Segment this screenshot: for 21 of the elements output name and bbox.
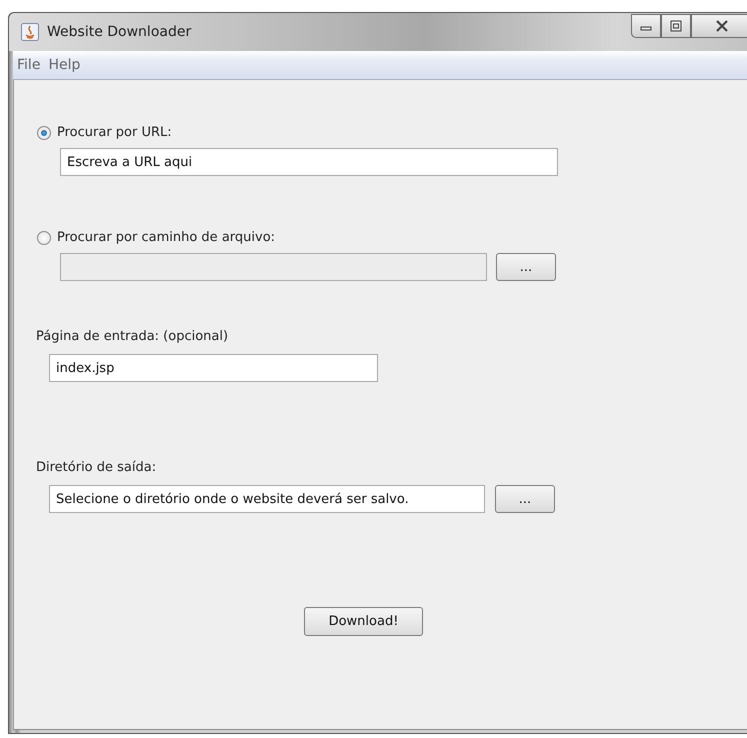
app-icon [21, 23, 39, 41]
window-title: Website Downloader [47, 24, 192, 40]
radio-label: Procurar por URL: [57, 125, 172, 140]
field-label: Diretório de saída: [35, 460, 158, 475]
field-label: Página de entrada: (opcional) [35, 329, 230, 344]
maximize-icon [669, 20, 683, 32]
text-field[interactable]: Selecione o diretório onde o website deverá ser salvo. [49, 485, 485, 513]
radio-button[interactable] [37, 126, 51, 140]
text-field[interactable]: Escreva a URL aqui [60, 148, 558, 176]
menu-item[interactable]: File [17, 57, 40, 73]
radio-label: Procurar por caminho de arquivo: [57, 230, 276, 245]
minimize-button[interactable] [631, 14, 661, 38]
browse-button[interactable]: ... [496, 253, 556, 281]
close-icon [715, 20, 729, 32]
maximize-button[interactable] [661, 14, 691, 38]
radio-button[interactable] [37, 230, 51, 244]
download-button[interactable]: Download! [304, 607, 423, 636]
browse-button[interactable]: ... [495, 485, 555, 513]
menu-item[interactable]: Help [48, 57, 80, 73]
close-button[interactable] [691, 14, 747, 38]
text-field[interactable]: index.jsp [49, 354, 378, 382]
